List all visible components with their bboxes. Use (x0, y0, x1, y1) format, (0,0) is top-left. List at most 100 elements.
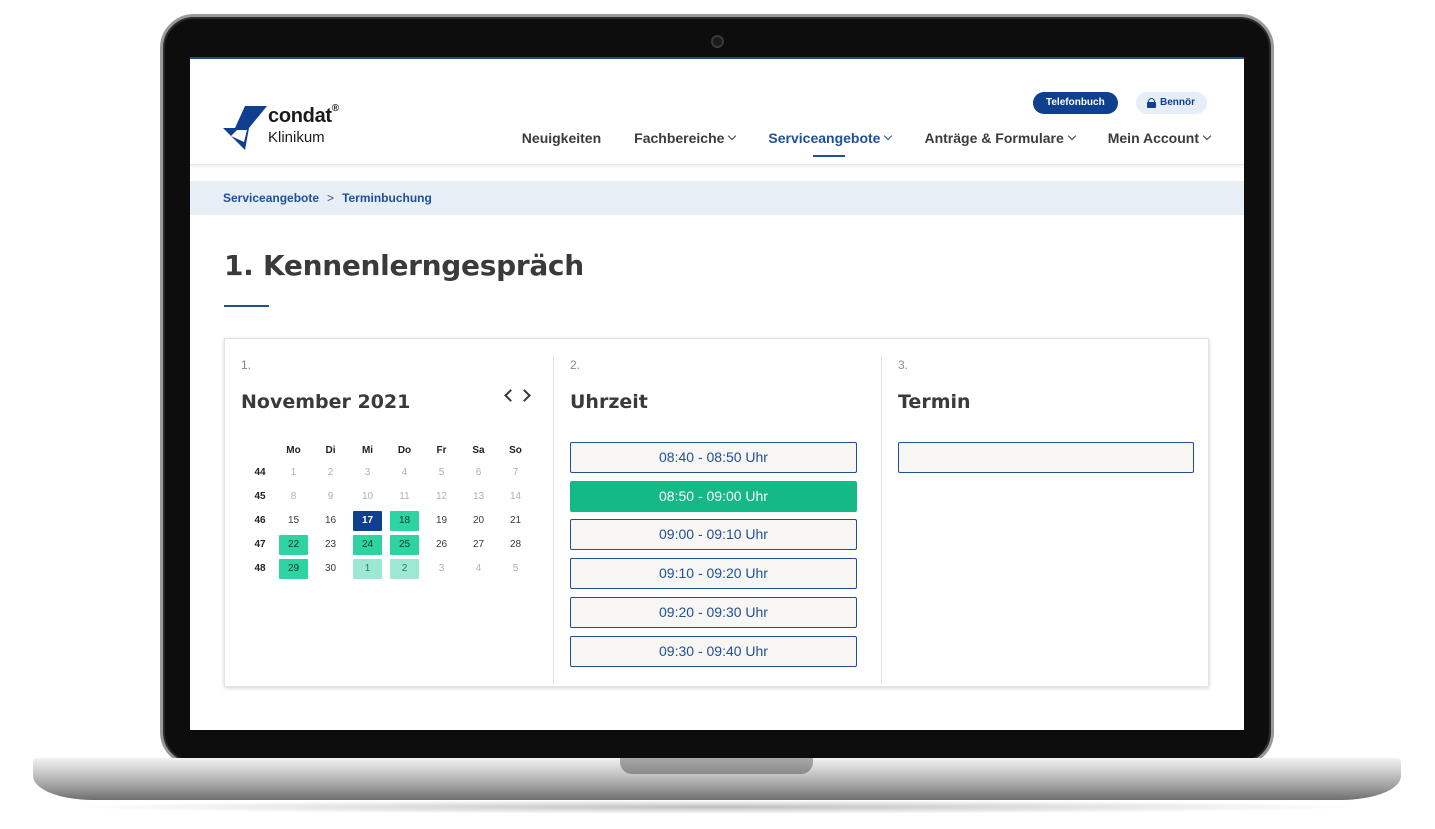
chevron-down-icon (1067, 131, 1076, 141)
weekday-label: So (509, 445, 522, 456)
condat-logo-icon (223, 106, 267, 150)
phonebook-button[interactable]: Telefonbuch (1033, 92, 1118, 114)
calendar-day-label: 21 (509, 515, 522, 526)
nav-item-mein-account[interactable]: Mein Account (1108, 130, 1212, 146)
calendar-day-label: 19 (435, 515, 448, 526)
weekday-label: Mo (286, 445, 301, 456)
calendar-day: 8 (275, 486, 312, 508)
calendar-day[interactable]: 1 (349, 558, 386, 580)
appointment-title: Termin (898, 391, 971, 413)
calendar-day[interactable]: 18 (386, 510, 423, 532)
calendar-day-label: 7 (512, 467, 519, 478)
calendar-day[interactable]: 21 (497, 510, 534, 532)
main-nav: Neuigkeiten Fachbereiche Serviceangebote… (489, 130, 1212, 157)
calendar-week-row: 45 8 9 10 11 12 13 14 (245, 486, 534, 508)
calendar-day[interactable]: 25 (386, 534, 423, 556)
laptop-notch (620, 758, 813, 774)
breadcrumb-link-serviceangebote[interactable]: Serviceangebote (223, 191, 319, 205)
calendar-day-label: 23 (324, 539, 337, 550)
site-header: condat® Klinikum Telefonbuch Bennör Neui… (190, 59, 1244, 165)
calendar-day-label: 10 (361, 491, 374, 502)
weekday-label: Mi (361, 445, 374, 456)
calendar-day-label: 11 (399, 491, 410, 502)
calendar-day-label: 6 (475, 467, 482, 478)
chevron-right-icon[interactable] (518, 389, 531, 402)
lock-icon (1147, 98, 1156, 108)
calendar-day-label: 5 (512, 563, 519, 574)
time-slot-button[interactable]: 09:20 - 09:30 Uhr (570, 596, 857, 628)
calendar-day-label: 26 (435, 539, 448, 550)
calendar-day-label: 4 (475, 563, 482, 574)
calendar-day[interactable]: 29 (275, 558, 312, 580)
calendar-day: 14 (497, 486, 534, 508)
calendar-day[interactable]: 22 (275, 534, 312, 556)
time-slot-button[interactable]: 08:40 - 08:50 Uhr (570, 442, 857, 473)
step-number: 3. (898, 358, 909, 372)
laptop-shadow (60, 800, 1374, 814)
calendar-day-label: 1 (290, 467, 297, 478)
calendar-column: 1. November 2021 Mo Di Mi Do Fr Sa So 44… (225, 355, 552, 685)
calendar-day-label: 14 (509, 491, 522, 502)
calendar-day[interactable]: 30 (312, 558, 349, 580)
nav-item-neuigkeiten[interactable]: Neuigkeiten (522, 130, 601, 146)
calendar-day: 10 (349, 486, 386, 508)
logo[interactable]: condat® Klinikum (223, 103, 343, 152)
time-slot-button[interactable]: 09:30 - 09:40 Uhr (570, 635, 857, 667)
calendar-nav (504, 389, 531, 402)
calendar-day[interactable]: 2 (386, 558, 423, 580)
calendar-day-label: 20 (472, 515, 485, 526)
calendar-day-label: 3 (438, 563, 445, 574)
calendar-day: 2 (312, 462, 349, 484)
nav-item-fachbereiche[interactable]: Fachbereiche (634, 130, 737, 146)
calendar-week-row: 48 29 30 1 2 3 4 5 (245, 558, 534, 580)
calendar-day-label: 18 (390, 511, 419, 531)
time-slot-button[interactable]: 09:10 - 09:20 Uhr (570, 558, 857, 590)
user-account-button[interactable]: Bennör (1136, 92, 1207, 114)
calendar-week-row: 46 15 16 17 18 19 20 21 (245, 510, 534, 532)
calendar-day[interactable]: 24 (349, 534, 386, 556)
calendar-day: 5 (423, 462, 460, 484)
time-slot-button[interactable]: 09:00 - 09:10 Uhr (570, 519, 857, 551)
calendar-day[interactable]: 26 (423, 534, 460, 556)
calendar-day-label: 29 (279, 559, 308, 579)
calendar-day[interactable]: 16 (312, 510, 349, 532)
calendar-day-label: 9 (327, 491, 334, 502)
calendar-week-row: 44 1 2 3 4 5 6 7 (245, 462, 534, 484)
weekday-label: Do (397, 445, 412, 456)
calendar-day[interactable]: 17 (349, 510, 386, 532)
nav-item-serviceangebote[interactable]: Serviceangebote (768, 130, 893, 157)
calendar-day-label: 5 (438, 467, 445, 478)
calendar-day: 1 (275, 462, 312, 484)
calendar-day[interactable]: 15 (275, 510, 312, 532)
calendar-day[interactable]: 27 (460, 534, 497, 556)
calendar-day-label: 17 (353, 511, 382, 531)
step-number: 1. (241, 358, 252, 372)
calendar-day-label: 24 (353, 535, 382, 555)
calendar-day[interactable]: 20 (460, 510, 497, 532)
calendar-day[interactable]: 19 (423, 510, 460, 532)
calendar-day: 4 (460, 558, 497, 580)
time-slot-button[interactable]: 08:50 - 09:00 Uhr (570, 480, 857, 512)
calendar-day-label: 3 (364, 467, 371, 478)
calendar-day-label: 30 (324, 563, 337, 574)
calendar-day[interactable]: 28 (497, 534, 534, 556)
appointment-field[interactable] (898, 442, 1194, 473)
calendar-day-label: 8 (290, 491, 297, 502)
calendar-day[interactable]: 23 (312, 534, 349, 556)
appointment-column: 3. Termin (881, 355, 1209, 685)
title-underline (224, 305, 269, 307)
chevron-left-icon[interactable] (504, 389, 517, 402)
calendar-day: 3 (423, 558, 460, 580)
logo-subtitle: Klinikum (268, 129, 325, 146)
calendar-weekday-header: Mo Di Mi Do Fr Sa So (245, 440, 534, 462)
calendar-day: 9 (312, 486, 349, 508)
calendar-day-label: 2 (390, 559, 419, 579)
chevron-down-icon (728, 131, 737, 141)
breadcrumb-current[interactable]: Terminbuchung (342, 191, 432, 205)
week-number: 46 (254, 515, 266, 526)
logo-name: condat® (268, 103, 339, 127)
nav-item-antraege-formulare[interactable]: Anträge & Formulare (924, 130, 1076, 146)
time-title: Uhrzeit (570, 391, 648, 413)
weekday-label: Fr (436, 445, 447, 456)
booking-card: 1. November 2021 Mo Di Mi Do Fr Sa So 44… (224, 338, 1209, 687)
